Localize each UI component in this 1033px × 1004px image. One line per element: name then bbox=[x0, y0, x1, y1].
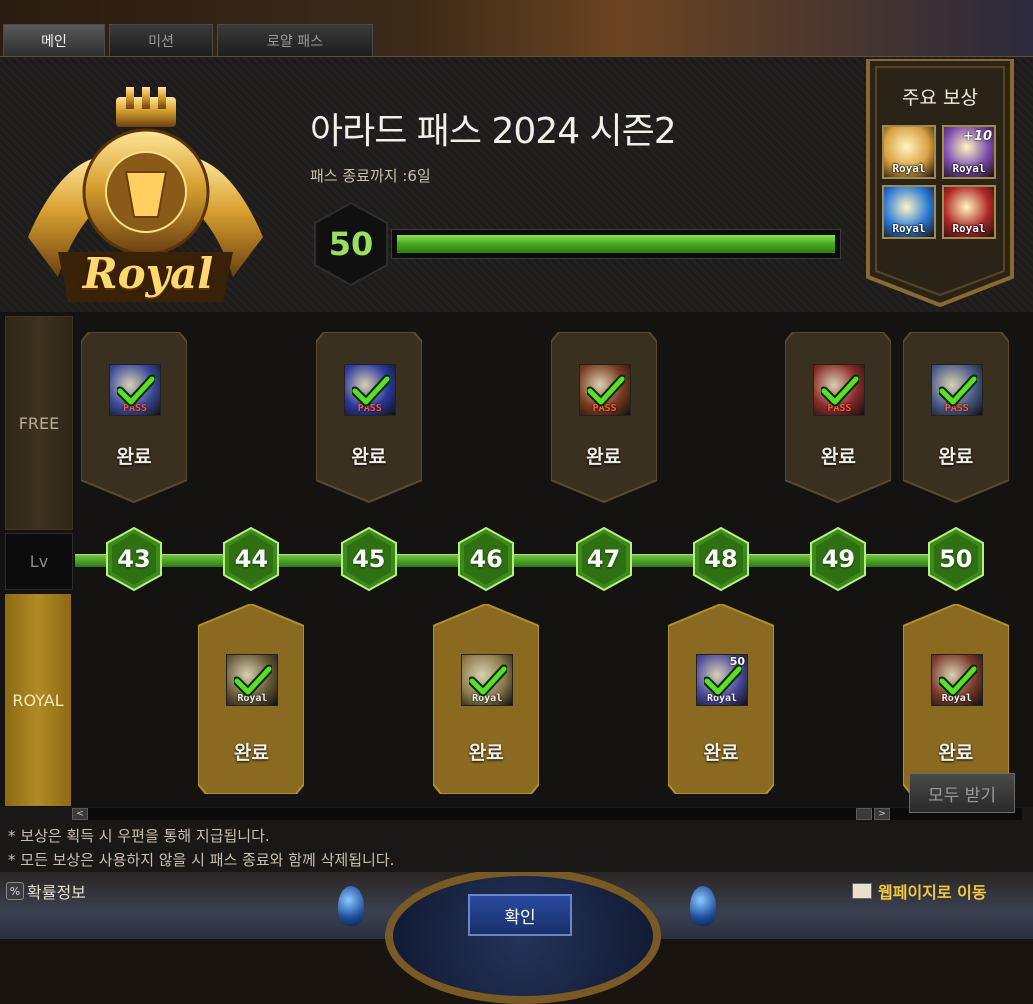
scroll-right-button[interactable]: > bbox=[874, 808, 890, 820]
checkmark-icon bbox=[232, 664, 274, 698]
checkmark-icon bbox=[585, 374, 627, 408]
royal-reward-card-50[interactable]: Royal 완료 bbox=[902, 604, 1009, 794]
level-node-49: 49 bbox=[809, 526, 867, 592]
golden-chest-icon[interactable]: Royal bbox=[882, 125, 936, 179]
webpage-icon bbox=[852, 883, 872, 899]
level-number: 44 bbox=[234, 545, 269, 573]
reward-status-label: 완료 bbox=[938, 742, 974, 764]
reward-tag: Royal bbox=[952, 222, 986, 235]
free-reward-card-45[interactable]: PASS 완료 bbox=[315, 332, 422, 504]
level-number: 45 bbox=[352, 545, 386, 573]
key-rewards-title: 주요 보상 bbox=[902, 87, 978, 109]
pass-panel: Royal 아라드 패스 2024 시즌2 패스 종료까지 :6일 50 주요 … bbox=[0, 56, 1033, 872]
reward-status-label: 완료 bbox=[233, 742, 269, 764]
reward-mail-note: * 보상은 획득 시 우편을 통해 지급됩니다. bbox=[8, 827, 270, 845]
reward-tag: Royal bbox=[892, 162, 926, 175]
free-reward-card-50[interactable]: PASS 완료 bbox=[902, 332, 1009, 504]
level-number: 47 bbox=[586, 545, 621, 573]
checkmark-icon bbox=[937, 374, 979, 408]
scroll-thumb[interactable] bbox=[856, 808, 872, 820]
current-level-badge: 50 bbox=[313, 201, 389, 287]
pass-header: Royal 아라드 패스 2024 시즌2 패스 종료까지 :6일 50 주요 … bbox=[0, 57, 1033, 312]
royal-reward-card-48[interactable]: 50 Royal 완료 bbox=[668, 604, 774, 794]
checkmark-icon bbox=[819, 374, 861, 408]
checkmark-icon bbox=[937, 664, 979, 698]
reward-status-label: 완료 bbox=[116, 446, 152, 468]
go-to-webpage-label: 웹페이지로 이동 bbox=[878, 883, 987, 902]
level-node-44: 44 bbox=[222, 526, 280, 592]
level-node-48: 48 bbox=[692, 526, 750, 592]
percent-icon: % bbox=[6, 882, 24, 900]
reward-status-label: 완료 bbox=[586, 446, 622, 468]
blue-armor-icon[interactable]: Royal bbox=[882, 185, 936, 239]
tab-bar: 메인 미션 로얄 패스 bbox=[3, 24, 373, 58]
enhance-plus10-icon[interactable]: +10 Royal bbox=[942, 125, 996, 179]
level-progress-fill bbox=[397, 235, 835, 253]
reward-expire-note: * 모든 보상은 사용하지 않을 시 패스 종료와 함께 삭제됩니다. bbox=[8, 851, 395, 869]
reward-track: FREE Lv ROYAL 43 44 45 46 47 48 49 50 PASS 완료 PAS… bbox=[0, 312, 1033, 820]
current-level-value: 50 bbox=[328, 225, 374, 263]
royal-emblem-logo bbox=[28, 87, 263, 302]
checkmark-icon bbox=[467, 664, 509, 698]
free-reward-card-43[interactable]: PASS 완료 bbox=[81, 332, 187, 504]
level-number: 49 bbox=[821, 545, 856, 573]
reward-status-label: 완료 bbox=[938, 446, 974, 468]
level-node-47: 47 bbox=[575, 526, 633, 592]
reward-status-label: 완료 bbox=[468, 742, 504, 764]
level-row-label: Lv bbox=[5, 533, 73, 590]
level-node-45: 45 bbox=[340, 526, 398, 592]
scroll-left-button[interactable]: < bbox=[72, 808, 88, 820]
level-number: 48 bbox=[704, 545, 738, 573]
emblem-royal-text: Royal bbox=[82, 249, 214, 298]
tab-main[interactable]: 메인 bbox=[3, 24, 105, 57]
probability-info-label: 확률정보 bbox=[27, 883, 86, 902]
pass-remaining-time: 패스 종료까지 :6일 bbox=[310, 167, 431, 185]
level-node-43: 43 bbox=[105, 526, 163, 592]
reward-status-label: 완료 bbox=[703, 742, 739, 764]
reward-status-label: 완료 bbox=[351, 446, 387, 468]
level-number: 46 bbox=[469, 545, 503, 573]
level-progress-bar bbox=[391, 229, 841, 259]
checkmark-icon bbox=[115, 374, 157, 408]
claim-all-button[interactable]: 모두 받기 bbox=[909, 773, 1015, 813]
track-scrollbar[interactable]: < > bbox=[72, 808, 1022, 820]
level-number: 50 bbox=[939, 545, 973, 573]
free-reward-card-47[interactable]: PASS 완료 bbox=[550, 332, 657, 504]
red-gift-box-icon[interactable]: Royal bbox=[942, 185, 996, 239]
key-rewards-banner: 주요 보상 Royal +10 Royal Royal Royal bbox=[866, 59, 1014, 307]
royal-reward-card-44[interactable]: Royal 완료 bbox=[198, 604, 305, 794]
blue-orb-icon bbox=[690, 886, 716, 926]
checkmark-icon bbox=[702, 664, 744, 698]
reward-status-label: 완료 bbox=[820, 446, 856, 468]
probability-info-link[interactable]: % 확률정보 bbox=[6, 879, 86, 903]
royal-reward-card-46[interactable]: Royal 완료 bbox=[433, 604, 540, 794]
reward-tag: Royal bbox=[952, 162, 986, 175]
reward-badge: +10 bbox=[963, 129, 992, 144]
tab-royal-pass[interactable]: 로얄 패스 bbox=[217, 24, 373, 57]
royal-row-label: ROYAL bbox=[5, 594, 71, 806]
free-reward-card-49[interactable]: PASS 완료 bbox=[785, 332, 892, 504]
pass-title: 아라드 패스 2024 시즌2 bbox=[310, 111, 677, 152]
confirm-button[interactable]: 확인 bbox=[468, 894, 572, 936]
game-ring-decoration bbox=[385, 868, 661, 1004]
blue-orb-icon bbox=[338, 886, 364, 926]
checkmark-icon bbox=[350, 374, 392, 408]
tab-missions[interactable]: 미션 bbox=[109, 24, 213, 57]
reward-tag: Royal bbox=[892, 222, 926, 235]
free-row-label: FREE bbox=[5, 316, 73, 530]
go-to-webpage-link[interactable]: 웹페이지로 이동 bbox=[852, 879, 987, 903]
level-node-50: 50 bbox=[927, 526, 985, 592]
level-node-46: 46 bbox=[457, 526, 515, 592]
level-number: 43 bbox=[117, 545, 151, 573]
